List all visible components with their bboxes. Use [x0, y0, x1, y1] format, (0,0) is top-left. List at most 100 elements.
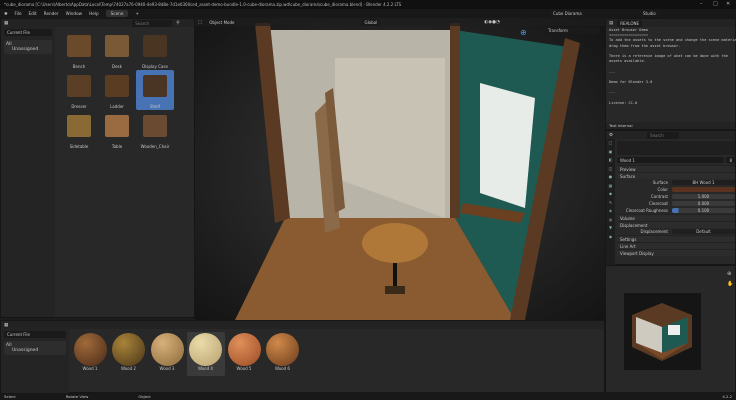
text-footer: Text Internal: [606, 122, 735, 129]
library-dropdown[interactable]: Current File: [4, 29, 52, 36]
material-label: Wood 3: [159, 366, 175, 371]
material-item[interactable]: Wood 4: [186, 332, 225, 376]
material-users[interactable]: 8: [726, 157, 735, 163]
material-slot-list[interactable]: [617, 141, 735, 155]
menu-help[interactable]: Help: [89, 11, 99, 16]
view-layer-selector[interactable]: Studio: [640, 10, 659, 17]
menu-render[interactable]: Render: [44, 11, 59, 16]
material-item[interactable]: Wood 1: [71, 332, 109, 376]
image-viewer[interactable]: ⊕ ✋: [605, 265, 736, 393]
title-bar: *cube_diorama [C:\Users\Alberto\AppData\…: [0, 0, 736, 9]
asset-label: Dresser: [71, 104, 87, 109]
material-name-field[interactable]: Wood 1: [617, 157, 725, 163]
catalog-unassigned[interactable]: Unassigned: [6, 47, 50, 52]
asset-item[interactable]: Dresser: [60, 70, 98, 110]
editor-type-icon[interactable]: ▤: [609, 21, 613, 26]
asset-item[interactable]: Wooden_Chair: [136, 110, 174, 150]
section-settings[interactable]: Settings: [617, 235, 735, 242]
asset-label: Ladder: [110, 104, 124, 109]
surface-label: Surface: [652, 180, 668, 185]
scene-selector[interactable]: Cube Diorama: [550, 10, 585, 17]
text-editor[interactable]: ▤ REALONE Asset Browser Demo ============…: [605, 18, 736, 130]
asset-thumbnail: [143, 115, 167, 137]
pan-hand-icon[interactable]: ✋: [727, 281, 733, 287]
close-button[interactable]: ✕: [726, 1, 730, 7]
asset-label: Display Case: [142, 64, 168, 69]
asset-label: Bench: [72, 64, 86, 69]
3d-viewport[interactable]: ⬚ Object Mode Global ◐◉●◔ Transform ⊕: [195, 18, 605, 320]
catalog-unassigned-bottom[interactable]: Unassigned: [6, 348, 64, 353]
text-content[interactable]: Asset Browser Demo ================== To…: [606, 27, 736, 107]
menu-edit[interactable]: Edit: [29, 11, 37, 16]
material-item[interactable]: Wood 5: [225, 332, 263, 376]
editor-type-icon[interactable]: ⚙: [609, 133, 613, 138]
material-label: Wood 5: [236, 366, 252, 371]
material-preview: [73, 333, 107, 366]
scene-render: [195, 18, 605, 320]
material-label: Wood 2: [121, 366, 136, 371]
zoom-icon[interactable]: ⊕: [727, 271, 731, 277]
surface-node[interactable]: BH Wood 1: [672, 180, 735, 185]
window-title: *cube_diorama [C:\Users\Alberto\AppData\…: [4, 2, 402, 7]
section-displacement[interactable]: Displacement: [617, 221, 735, 228]
section-viewport-display[interactable]: Viewport Display: [617, 249, 735, 256]
status-object: Object: [138, 394, 151, 399]
render-layer[interactable]: REALONE: [617, 19, 643, 27]
asset-thumbnail: [67, 115, 91, 137]
section-preview[interactable]: Preview: [617, 165, 735, 172]
library-dropdown-bottom[interactable]: Current File: [4, 331, 66, 338]
minimize-button[interactable]: –: [700, 1, 703, 7]
asset-item[interactable]: Sidetable: [60, 110, 98, 150]
material-item[interactable]: Wood 2: [110, 332, 148, 376]
tab-scene[interactable]: Scene: [105, 10, 129, 17]
asset-item[interactable]: Desk: [98, 30, 136, 70]
section-volume[interactable]: Volume: [617, 214, 735, 221]
asset-thumbnail: [143, 35, 167, 57]
asset-item[interactable]: Shelf: [136, 70, 174, 110]
displacement-node[interactable]: Default: [672, 229, 735, 234]
material-item[interactable]: Wood 3: [148, 332, 186, 376]
editor-type-icon[interactable]: ▦: [4, 323, 8, 328]
color-label: Color: [657, 187, 668, 192]
editor-type-icon[interactable]: ▦: [4, 21, 8, 26]
asset-browser-header: ▦ Search ⚲: [1, 19, 194, 27]
filter-icon[interactable]: ⚲: [176, 21, 179, 26]
blender-logo-icon[interactable]: ✺: [4, 11, 8, 16]
menu-window[interactable]: Window: [66, 11, 83, 16]
asset-item[interactable]: Table: [98, 110, 136, 150]
maximize-button[interactable]: □: [713, 1, 718, 7]
field-label: Clearcoat Roughness: [625, 208, 668, 213]
field-value[interactable]: 1.000: [672, 194, 735, 199]
navigation-gizmo-icon[interactable]: ⊕: [520, 28, 527, 37]
transform-panel[interactable]: Transform: [545, 27, 600, 34]
status-rotate: Rotate View: [65, 394, 89, 399]
properties-search[interactable]: Search: [647, 131, 680, 139]
asset-thumbnail: [67, 35, 91, 57]
editor-type-icon[interactable]: ⬚: [198, 20, 202, 25]
asset-item[interactable]: Bench: [60, 30, 98, 70]
asset-label: Wooden_Chair: [140, 144, 170, 149]
asset-grid: Bench Desk Display Case Dresser Ladder Shelf S…: [56, 27, 195, 317]
asset-thumbnail: [105, 35, 129, 57]
asset-search-input[interactable]: Search: [132, 19, 173, 27]
section-surface[interactable]: Surface: [617, 172, 735, 179]
displacement-label: Displacement: [640, 229, 669, 234]
orientation-dropdown[interactable]: Global: [361, 18, 381, 26]
properties-editor: ⚙ Search ▢ ▣ ◧ ◫ ● ▦ ◆ ✎ ◈ ◍ ▼ ◉ Wood 1 8 Preview Su…: [605, 130, 736, 265]
asset-item[interactable]: Display Case: [136, 30, 174, 70]
section-line-art[interactable]: Line Art: [617, 242, 735, 249]
add-workspace-button[interactable]: +: [135, 11, 139, 16]
material-item[interactable]: Wood 6: [264, 332, 302, 376]
table: [362, 223, 428, 263]
menu-file[interactable]: File: [15, 11, 22, 16]
asset-label: Desk: [112, 64, 122, 69]
field-value[interactable]: 0.000: [672, 201, 735, 206]
properties-tabs[interactable]: ▢ ▣ ◧ ◫ ● ▦ ◆ ✎ ◈ ◍ ▼ ◉: [606, 139, 615, 265]
mode-dropdown[interactable]: Object Mode: [206, 18, 238, 26]
asset-item[interactable]: Ladder: [98, 70, 136, 110]
field-value[interactable]: 0.100: [672, 208, 735, 213]
shading-buttons[interactable]: ◐◉●◔: [484, 20, 500, 25]
material-preview: [266, 333, 299, 366]
color-swatch[interactable]: [672, 187, 735, 192]
asset-label: Shelf: [149, 104, 161, 109]
